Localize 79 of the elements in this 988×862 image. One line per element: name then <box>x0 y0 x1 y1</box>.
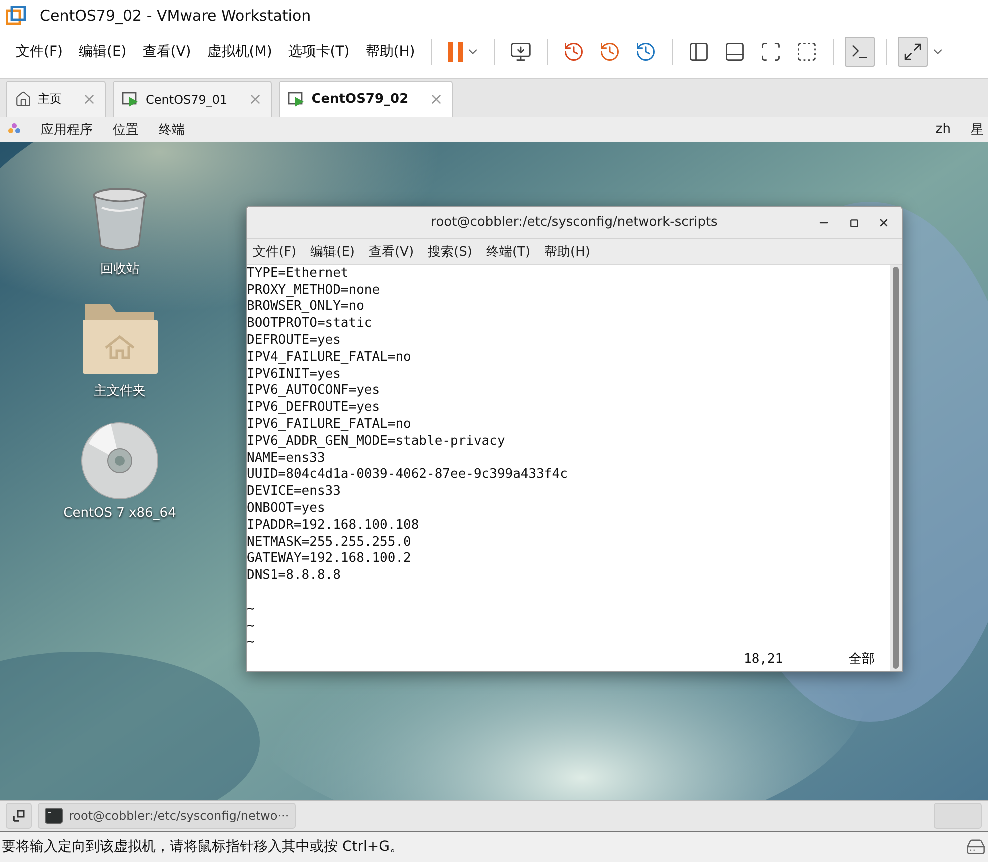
tab[interactable]: CentOS79_01 <box>113 81 272 117</box>
menu-item[interactable]: 文件(F) <box>8 43 71 61</box>
config-line: DEFROUTE=yes <box>247 333 341 350</box>
menu-item[interactable]: 帮助(H) <box>358 43 424 61</box>
config-line: GATEWAY=192.168.100.2 <box>247 551 412 568</box>
desktop-icon-label[interactable]: CentOS 7 x86_64 <box>64 506 176 521</box>
panel-menu[interactable]: 位置 <box>113 120 139 138</box>
config-line: IPV6_ADDR_GEN_MODE=stable-privacy <box>247 434 506 451</box>
tab-label: 主页 <box>38 91 62 108</box>
scroll-position: 全部 <box>849 652 876 669</box>
tab-label: CentOS79_01 <box>146 92 228 106</box>
apps-icon <box>8 123 21 136</box>
terminal-title: root@cobbler:/etc/sysconfig/network-scripts <box>431 215 718 230</box>
taskbar-window-button[interactable]: root@cobbler:/etc/sysconfig/netwo··· <box>38 803 296 829</box>
expand-icon <box>903 42 924 62</box>
show-desktop-icon <box>13 810 25 822</box>
panel-menu[interactable]: 应用程序 <box>41 120 93 138</box>
terminal-menu-item[interactable]: 编辑(E) <box>310 242 355 261</box>
menu-item[interactable]: 虚拟机(M) <box>199 43 280 61</box>
panel-bottom-icon <box>724 41 746 63</box>
terminal-menu-item[interactable]: 终端(T) <box>486 242 531 261</box>
terminal-menu-item[interactable]: 文件(F) <box>253 242 297 261</box>
config-line: PROXY_METHOD=none <box>247 282 380 300</box>
terminal-menu-item[interactable]: 查看(V) <box>368 242 414 261</box>
status-message: 要将输入定向到该虚拟机，请将鼠标指针移入其中或按 Ctrl+G。 <box>2 838 404 856</box>
config-line: UUID=804c4d1a-0039-4062-87ee-9c399a433f4c <box>247 467 568 484</box>
panel-menu[interactable]: 终端 <box>159 120 185 138</box>
clock[interactable]: 星 <box>971 120 984 138</box>
cursor-position: 18,21 <box>744 652 784 669</box>
config-line: ONBOOT=yes <box>247 501 326 518</box>
tab[interactable]: 主页 <box>6 81 106 117</box>
clock-icon <box>635 41 658 63</box>
close-icon <box>878 217 890 229</box>
console-button[interactable] <box>845 37 876 67</box>
show-desktop-button[interactable] <box>6 803 32 829</box>
config-line: IPV6_AUTOCONF=yes <box>247 383 380 400</box>
desktop-icon-label[interactable]: 回收站 <box>100 260 140 278</box>
empty-line-marker: ~ <box>247 635 255 652</box>
config-line: DEVICE=ens33 <box>247 484 341 502</box>
vm-icon <box>122 92 140 108</box>
menu-item[interactable]: 编辑(E) <box>70 43 135 61</box>
stretch-button[interactable] <box>898 37 928 67</box>
clock-icon <box>599 41 622 63</box>
config-line: DNS1=8.8.8.8 <box>247 568 341 586</box>
terminal-menu-item[interactable]: 搜索(S) <box>428 242 472 261</box>
close-icon[interactable] <box>82 92 97 107</box>
window-title: CentOS79_02 - VMware Workstation <box>40 7 312 25</box>
config-line: BROWSER_ONLY=no <box>247 299 364 316</box>
terminal-icon <box>45 808 63 824</box>
tab-label: CentOS79_02 <box>312 92 409 107</box>
home-icon <box>15 91 32 108</box>
desktop-icon-label[interactable]: 主文件夹 <box>94 382 146 400</box>
config-line: IPV4_FAILURE_FATAL=no <box>247 350 412 367</box>
frame-corners-icon <box>760 41 782 63</box>
config-line: BOOTPROTO=static <box>247 316 372 334</box>
config-line: NAME=ens33 <box>247 450 326 468</box>
input-method[interactable]: zh <box>936 122 951 137</box>
config-line: NETMASK=255.255.255.0 <box>247 534 412 552</box>
scrollbar[interactable] <box>890 264 902 671</box>
tab[interactable]: CentOS79_02 <box>278 81 453 117</box>
menu-item[interactable]: 选项卡(T) <box>280 43 358 61</box>
hard-drive-icon[interactable] <box>966 837 986 857</box>
config-line: IPV6INIT=yes <box>247 366 341 384</box>
menu-item[interactable]: 查看(V) <box>134 43 200 61</box>
monitor-icon <box>510 41 532 63</box>
vm-icon <box>288 92 306 108</box>
disc-icon <box>81 422 159 500</box>
dashed-square-icon <box>796 41 818 63</box>
config-line: IPADDR=192.168.100.108 <box>247 518 420 535</box>
empty-line-marker: ~ <box>247 618 255 636</box>
terminal-menu-item[interactable]: 帮助(H) <box>544 242 590 261</box>
panel-left-icon <box>688 41 710 63</box>
maximize-icon <box>850 218 858 228</box>
config-line: IPV6_FAILURE_FATAL=no <box>247 417 412 434</box>
empty-line-marker: ~ <box>247 602 255 619</box>
config-line: TYPE=Ethernet <box>247 266 349 283</box>
config-line: IPV6_DEFROUTE=yes <box>247 400 380 418</box>
app-logo-icon <box>6 6 26 26</box>
clock-icon <box>563 41 586 63</box>
